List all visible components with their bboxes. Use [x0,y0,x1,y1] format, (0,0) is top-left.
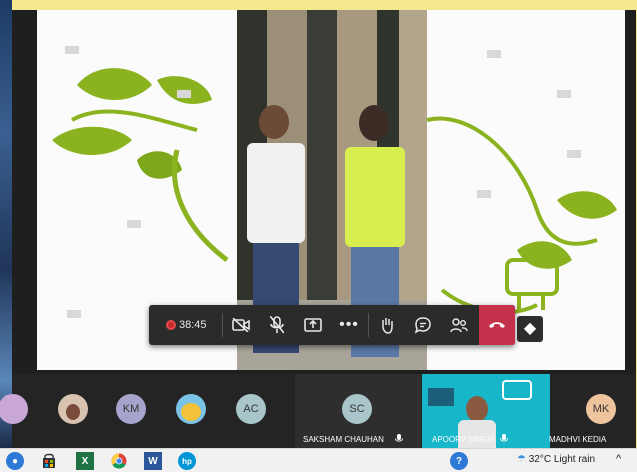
weather-temperature: 32°C [528,454,552,465]
leave-call-button[interactable] [479,305,515,345]
share-screen-icon [304,318,322,332]
weather-condition: Light rain [553,454,596,465]
hp-app-icon[interactable]: hp [178,452,196,470]
avatar-initials: MK [592,403,610,415]
rain-cloud-icon: ☂ [517,454,526,465]
meeting-controls-bar: 38:45 ••• [149,305,515,345]
help-badge-label: ? [455,455,463,467]
participant-name: APOORV SINGH [432,435,494,444]
excel-app-icon[interactable]: X [76,452,94,470]
participant-photo-avatar[interactable] [58,394,88,424]
stock-watermark [477,190,491,198]
share-screen-button[interactable] [295,305,331,345]
boy-shirt [247,143,305,243]
filmora-logo-icon: ◆ [517,316,543,342]
participant-tile-saksham[interactable]: SC SAKSHAM CHAUHAN [295,374,421,448]
background-window-edge: › [0,0,12,448]
zoom-app-icon[interactable]: ● [6,452,24,470]
avatar-initials: KM [122,403,140,415]
participant-avatar-sc: SC [342,394,372,424]
participant-avatar-partial[interactable] [0,394,28,424]
filmora-text-line2: Filmora [549,332,580,342]
stock-watermark [65,46,79,54]
participants-button[interactable] [441,305,477,345]
mic-toggle-button[interactable] [259,305,295,345]
screen: › [0,0,637,472]
stock-watermark [487,50,501,58]
chrome-app-icon[interactable] [110,452,128,470]
camera-toggle-button[interactable] [223,305,259,345]
mic-icon [500,434,508,442]
avatar-initials: AC [243,403,259,415]
participant-avatar-ac[interactable]: AC [236,394,266,424]
stock-watermark [67,310,81,318]
participants-icon [450,318,468,333]
hang-up-icon [489,322,505,328]
participant-name: MADHVI KEDIA [549,435,607,444]
windows-taskbar: ● X W hp ? ☂ 32°C Light rain ^ [0,448,637,472]
meeting-timer: 38:45 [179,319,207,331]
avatar-initials: SC [349,403,365,415]
store-app-icon[interactable] [40,452,58,470]
girl-shirt [345,147,405,247]
record-dot [166,320,176,330]
store-icon [43,453,55,468]
mic-icon [395,434,403,442]
stock-watermark [557,90,571,98]
camera-off-icon [232,318,250,332]
participant-avatar-mk[interactable]: MK [586,394,616,424]
participant-face [466,396,488,422]
participant-avatar-km[interactable]: KM [116,394,146,424]
poster-shape [428,388,454,406]
poster-socket [502,380,532,400]
word-app-icon[interactable]: W [144,452,162,470]
participant-name: SAKSHAM CHAUHAN [303,435,384,444]
filmora-watermark: ◆ Wondershare Filmora [515,310,625,350]
raise-hand-button[interactable] [369,305,405,345]
tray-chevron-icon[interactable]: ^ [616,453,621,465]
stock-watermark [177,90,191,98]
teams-meeting-window: ◆ Wondershare Filmora 38:45 ••• KM AC SC… [0,10,636,448]
chat-icon [414,317,431,334]
more-actions-button[interactable]: ••• [331,305,367,345]
boy-head [259,105,289,139]
chrome-icon [111,453,127,469]
help-badge-icon[interactable]: ? [450,452,468,470]
participant-cartoon-avatar[interactable] [176,394,206,424]
participant-tile-apoorv[interactable]: APOORV SINGH [422,374,550,448]
weather-widget[interactable]: ☂ 32°C Light rain [517,454,595,465]
photo-face [66,404,80,420]
cartoon-face [181,403,201,421]
stock-watermark [567,150,581,158]
girl-head [359,105,389,141]
stock-watermark [127,220,141,228]
more-icon: ••• [339,316,359,333]
chat-button[interactable] [405,305,441,345]
participants-strip: KM AC SC SAKSHAM CHAUHAN APOORV SINGH MK… [0,374,636,448]
mic-off-icon [270,316,284,334]
filmora-text-line1: Wondershare [549,320,603,330]
raise-hand-icon [382,318,393,334]
